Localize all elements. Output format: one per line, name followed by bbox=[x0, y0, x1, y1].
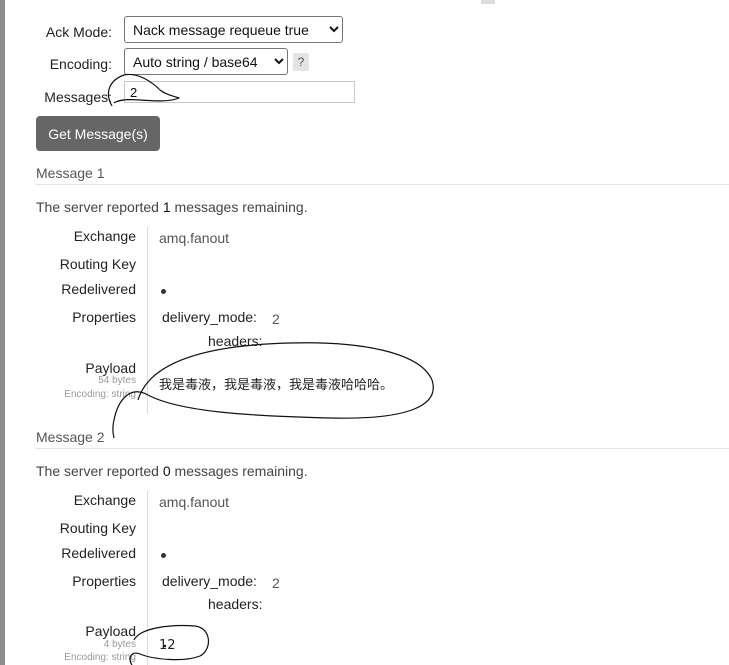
payload-encoding: Encoding: string bbox=[64, 389, 136, 400]
properties-label: Properties bbox=[72, 573, 136, 589]
message-2-remaining: The server reported 0 messages remaining… bbox=[36, 463, 308, 479]
help-icon[interactable]: ? bbox=[293, 53, 309, 71]
get-messages-button[interactable]: Get Message(s) bbox=[36, 116, 160, 151]
delivery-mode-key: delivery_mode: bbox=[162, 309, 257, 325]
payload-encoding: Encoding: string bbox=[64, 652, 136, 663]
delivery-mode-key: delivery_mode: bbox=[162, 573, 257, 589]
messages-count-input[interactable] bbox=[124, 81, 355, 103]
redelivered-label: Redelivered bbox=[61, 545, 136, 561]
messages-label: Messages: bbox=[44, 89, 112, 105]
message-2-title: Message 2 bbox=[36, 429, 105, 445]
remaining-count: 0 bbox=[162, 463, 171, 479]
message-1-divider bbox=[36, 184, 729, 185]
encoding-select[interactable]: Auto string / base64 bbox=[124, 48, 288, 75]
payload-bytes: 4 bytes bbox=[103, 639, 136, 650]
ack-mode-select[interactable]: Nack message requeue true bbox=[124, 16, 343, 43]
window-left-border bbox=[0, 0, 5, 665]
encoding-label: Encoding: bbox=[49, 56, 112, 72]
exchange-label: Exchange bbox=[73, 492, 136, 508]
payload-value: 我是毒液，我是毒液，我是毒液哈哈哈。 bbox=[159, 378, 394, 393]
headers-key: headers: bbox=[208, 333, 263, 349]
routing-key-label: Routing Key bbox=[59, 256, 136, 272]
delivery-mode-value: 2 bbox=[272, 311, 280, 327]
cropped-control bbox=[481, 0, 495, 4]
routing-key-label: Routing Key bbox=[59, 520, 136, 536]
message-2-separator bbox=[147, 491, 148, 665]
headers-key: headers: bbox=[208, 596, 263, 612]
properties-label: Properties bbox=[72, 309, 136, 325]
exchange-label: Exchange bbox=[73, 228, 136, 244]
message-1-title: Message 1 bbox=[36, 165, 105, 181]
remaining-count: 1 bbox=[162, 199, 171, 215]
payload-label: Payload bbox=[85, 360, 136, 376]
message-1-remaining: The server reported 1 messages remaining… bbox=[36, 199, 308, 215]
payload-label: Payload bbox=[85, 623, 136, 639]
redelivered-bullet bbox=[161, 553, 166, 558]
delivery-mode-value: 2 bbox=[272, 575, 280, 591]
message-2-divider bbox=[36, 448, 729, 449]
redelivered-bullet bbox=[161, 289, 166, 294]
ack-mode-label: Ack Mode: bbox=[45, 24, 112, 40]
exchange-value: amq.fanout bbox=[159, 230, 230, 246]
payload-value: 12 bbox=[159, 638, 176, 653]
message-1-separator bbox=[147, 227, 148, 414]
exchange-value: amq.fanout bbox=[159, 494, 230, 510]
redelivered-label: Redelivered bbox=[61, 281, 136, 297]
payload-bytes: 54 bytes bbox=[98, 375, 136, 386]
